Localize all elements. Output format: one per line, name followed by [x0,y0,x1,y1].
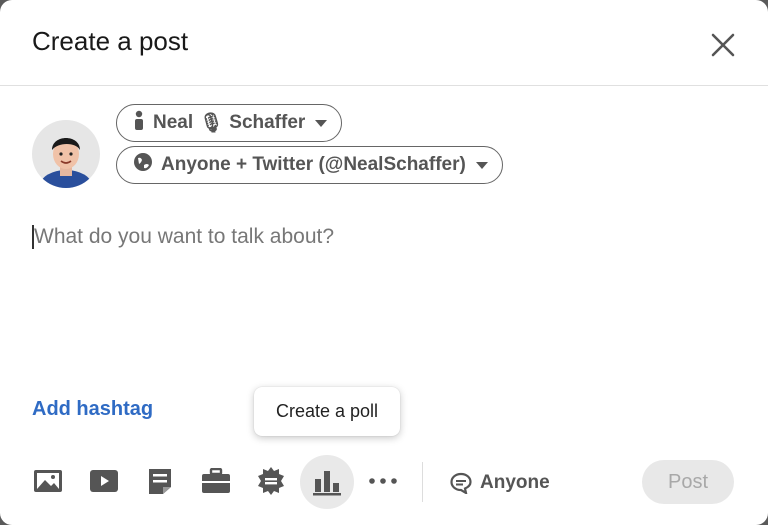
photo-icon [34,470,62,492]
avatar [32,120,100,188]
share-job-button[interactable] [195,460,237,502]
poll-icon [313,471,341,496]
visibility-label: Anyone + Twitter (@NealSchaffer) [161,154,466,175]
author-last-name: Schaffer [229,112,306,133]
close-button[interactable] [704,26,742,64]
create-post-dialog: Create a post Neal 🎙 Schaffer Anyone + T… [0,0,768,525]
document-icon [149,469,171,494]
post-button[interactable]: Post [642,460,734,504]
globe-icon [133,152,153,178]
video-icon [90,470,118,492]
celebrate-icon [258,467,284,495]
create-poll-button[interactable] [300,455,354,509]
comment-visibility-label: Anyone [480,472,550,493]
author-selector[interactable]: Neal 🎙 Schaffer [116,104,343,142]
dialog-title: Create a post [32,26,189,56]
post-editor[interactable]: What do you want to talk about? [32,222,732,372]
dialog-header: Create a post [0,0,768,86]
celebrate-button[interactable] [250,460,292,502]
add-photo-button[interactable] [27,460,69,502]
author-first-name: Neal [153,112,194,133]
more-options-button[interactable] [362,460,404,502]
add-hashtag-link[interactable]: Add hashtag [32,398,153,421]
add-video-button[interactable] [83,460,125,502]
comment-icon [450,472,472,494]
comment-visibility-button[interactable]: Anyone [450,470,550,496]
microphone-emoji: 🎙 [199,113,224,134]
chevron-down-icon [475,161,488,169]
visibility-selector[interactable]: Anyone + Twitter (@NealSchaffer) [116,146,503,184]
editor-placeholder: What do you want to talk about? [34,225,335,248]
poll-tooltip: Create a poll [254,387,400,436]
chevron-down-icon [315,119,328,127]
job-icon [202,468,230,493]
add-document-button[interactable] [139,460,181,502]
more-icon [369,478,397,484]
toolbar-divider [422,462,423,502]
close-icon [711,33,735,57]
person-icon [133,110,145,136]
